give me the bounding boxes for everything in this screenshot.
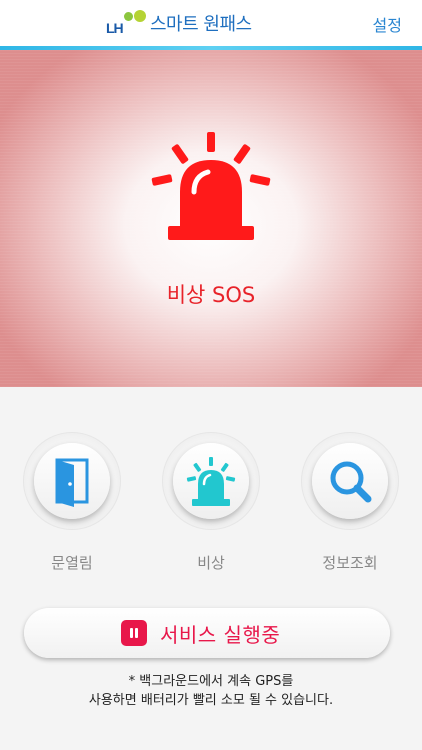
info-lookup-button[interactable]: [312, 443, 388, 519]
lh-logo-mark: LH: [106, 8, 150, 38]
siren-icon: [151, 132, 271, 240]
sos-emergency-button[interactable]: 비상 SOS: [0, 50, 422, 387]
notice-line-1: * 백그라운드에서 계속 GPS를: [128, 674, 294, 689]
sos-label: 비상 SOS: [166, 283, 256, 307]
door-open-button-ring: [23, 432, 121, 530]
service-running-button[interactable]: 서비스 실행중: [24, 608, 390, 658]
gps-battery-notice: * 백그라운드에서 계속 GPS를 사용하면 배터리가 빨리 소모 될 수 있습…: [0, 672, 422, 710]
logo-mark-text: LH: [106, 20, 124, 36]
header-bar: LH 스마트 원패스 설정: [0, 0, 422, 46]
service-status-label: 서비스 실행중: [160, 623, 281, 647]
logo-dot: [124, 12, 133, 21]
info-button-ring: [301, 432, 399, 530]
emergency-label: 비상: [197, 554, 225, 572]
emergency-button-ring: [162, 432, 260, 530]
info-lookup-label: 정보조회: [322, 554, 378, 572]
settings-button[interactable]: 설정: [373, 12, 402, 36]
logo-dot: [134, 10, 146, 22]
notice-line-2: 사용하면 배터리가 빨리 소모 될 수 있습니다.: [88, 693, 334, 708]
door-open-button[interactable]: [34, 443, 110, 519]
search-icon: [330, 461, 372, 503]
door-open-label: 문열림: [51, 554, 93, 572]
emergency-button[interactable]: [173, 443, 249, 519]
pause-icon: [121, 620, 147, 646]
siren-icon: [186, 457, 236, 506]
door-icon: [55, 458, 89, 507]
app-title: 스마트 원패스: [150, 14, 252, 35]
app-logo: LH 스마트 원패스: [106, 8, 252, 38]
